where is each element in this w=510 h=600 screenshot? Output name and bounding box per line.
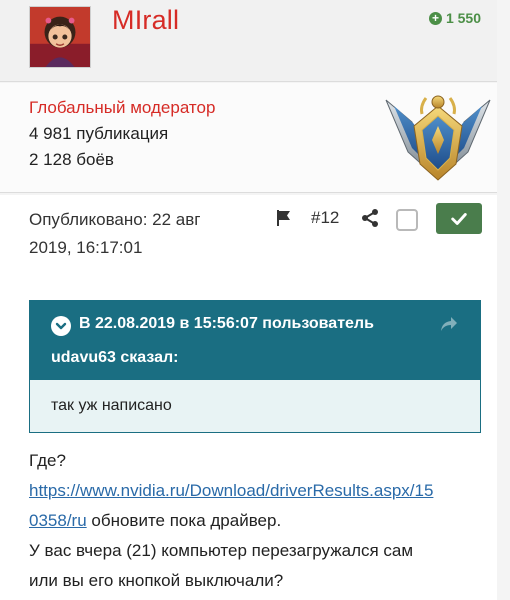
post-content: Где? https://www.nvidia.ru/Download/driv… bbox=[29, 446, 489, 596]
username[interactable]: MIrall bbox=[112, 5, 179, 36]
driver-link-part-2: 0358/ru bbox=[29, 511, 87, 530]
post-line: или вы его кнопкой выключали? bbox=[29, 571, 284, 590]
posts-count: 4 981 публикация bbox=[29, 124, 169, 143]
reputation-count: 1 550 bbox=[445, 10, 481, 26]
accept-answer-button[interactable] bbox=[436, 203, 482, 234]
quote-header[interactable]: В 22.08.2019 в 15:56:07 пользователь uda… bbox=[29, 300, 481, 380]
published-line-1: Опубликовано: 22 авг bbox=[29, 210, 201, 229]
plus-circle-icon: + bbox=[428, 11, 442, 25]
chevron-down-icon[interactable] bbox=[51, 316, 71, 336]
reputation-badge: + 1 550 bbox=[428, 10, 481, 26]
share-icon[interactable] bbox=[360, 208, 380, 228]
author-info: Глобальный модератор 4 981 публикация 2 … bbox=[0, 83, 497, 193]
flag-icon[interactable] bbox=[274, 208, 294, 228]
quote-citation-line-2: udavu63 сказал: bbox=[51, 349, 179, 366]
avatar[interactable] bbox=[29, 6, 91, 68]
author-header: MIrall + 1 550 bbox=[0, 0, 497, 82]
post-line-with-link: https://www.nvidia.ru/Download/driverRes… bbox=[29, 476, 489, 536]
quote-body: так уж написано bbox=[29, 380, 481, 433]
published-line-2: 2019, 16:17:01 bbox=[29, 238, 143, 257]
post-text-after-link: обновите пока драйвер. bbox=[86, 511, 282, 530]
driver-link-part-1: https://www.nvidia.ru/Download/driverRes… bbox=[29, 481, 434, 500]
rank-badge-icon bbox=[382, 92, 494, 184]
battles-count: 2 128 боёв bbox=[29, 150, 114, 169]
quote-citation-line-1: В 22.08.2019 в 15:56:07 пользователь bbox=[79, 315, 374, 332]
post-line: У вас вчера (21) компьютер перезагружалс… bbox=[29, 541, 414, 560]
quote-text: так уж написано bbox=[51, 397, 172, 414]
user-group: Глобальный модератор bbox=[29, 98, 216, 117]
multiquote-checkbox[interactable] bbox=[396, 209, 418, 231]
published-date: Опубликовано: 22 авг 2019, 16:17:01 bbox=[29, 206, 259, 262]
check-icon bbox=[451, 212, 467, 225]
reply-arrow-icon[interactable] bbox=[439, 314, 459, 334]
post-number-link[interactable]: #12 bbox=[311, 208, 339, 228]
post-line: Где? bbox=[29, 451, 66, 470]
